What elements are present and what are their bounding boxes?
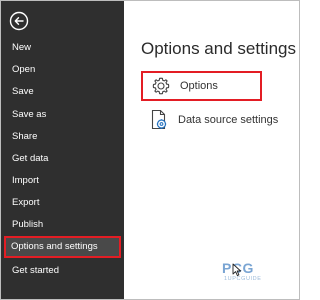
nav-item-open[interactable]: Open [5, 59, 118, 81]
gear-icon [150, 75, 172, 97]
nav-item-save-as[interactable]: Save as [5, 104, 118, 126]
nav-item-save[interactable]: Save [5, 81, 118, 103]
main-panel: Options and settings Options Data source… [124, 1, 299, 299]
nav-item-get-data[interactable]: Get data [5, 148, 118, 170]
app-window: New Open Save Save as Share Get data Imp… [0, 0, 300, 300]
nav-item-options-and-settings[interactable]: Options and settings [4, 236, 121, 258]
nav-item-get-started[interactable]: Get started [5, 260, 118, 282]
options-button[interactable]: Options [141, 71, 262, 101]
backstage-sidebar: New Open Save Save as Share Get data Imp… [1, 1, 124, 299]
data-source-settings-icon [148, 109, 170, 131]
mouse-pointer-icon [232, 263, 242, 277]
nav-item-import[interactable]: Import [5, 170, 118, 192]
watermark-logo: PCG 1UPCGUIDE [222, 260, 280, 284]
back-arrow-icon[interactable] [9, 11, 29, 31]
nav-item-export[interactable]: Export [5, 192, 118, 214]
data-source-settings-button[interactable]: Data source settings [141, 105, 278, 135]
options-label: Options [180, 80, 218, 92]
nav-item-share[interactable]: Share [5, 126, 118, 148]
nav-item-publish[interactable]: Publish [5, 214, 118, 236]
nav-item-new[interactable]: New [5, 37, 118, 59]
watermark-subtitle: 1UPCGUIDE [224, 276, 262, 282]
page-title: Options and settings [141, 39, 296, 58]
data-source-settings-label: Data source settings [178, 114, 279, 126]
